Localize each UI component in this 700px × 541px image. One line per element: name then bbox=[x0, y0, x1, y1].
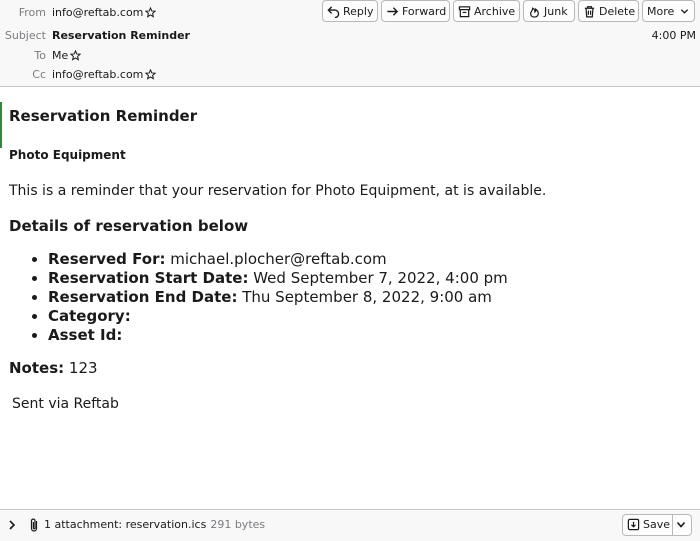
cc-row: Cc info@reftab.com bbox=[0, 66, 300, 84]
notes: Notes: 123 bbox=[9, 359, 98, 377]
archive-icon bbox=[458, 6, 471, 18]
to-value[interactable]: Me bbox=[52, 47, 82, 65]
details-list: Reserved For: michael.plocher@reftab.com… bbox=[9, 250, 508, 345]
attachment-summary[interactable]: 1 attachment: reservation.ics 291 bytes bbox=[44, 518, 265, 531]
forward-icon bbox=[387, 7, 399, 16]
notes-value: 123 bbox=[68, 359, 98, 377]
attachment-bar: 1 attachment: reservation.ics 291 bytes S… bbox=[0, 509, 700, 541]
subject-row: Subject Reservation Reminder bbox=[0, 27, 300, 45]
more-label: More bbox=[647, 5, 675, 18]
detail-label: Reserved For: bbox=[48, 250, 166, 268]
reply-icon bbox=[327, 6, 340, 18]
star-icon[interactable] bbox=[145, 7, 157, 18]
notes-label: Notes: bbox=[9, 359, 65, 377]
reply-button[interactable]: Reply bbox=[322, 0, 378, 22]
to-label: To bbox=[34, 49, 46, 62]
junk-button[interactable]: Junk bbox=[523, 0, 575, 22]
from-label: From bbox=[18, 6, 46, 19]
list-item: Reserved For: michael.plocher@reftab.com bbox=[48, 250, 508, 269]
detail-value: michael.plocher@reftab.com bbox=[170, 250, 387, 268]
detail-label: Reservation End Date: bbox=[48, 288, 238, 306]
detail-label: Reservation Start Date: bbox=[48, 269, 249, 287]
more-button[interactable]: More bbox=[642, 0, 695, 22]
to-row: To Me bbox=[0, 47, 300, 65]
trash-icon bbox=[584, 6, 595, 18]
save-label: Save bbox=[643, 518, 671, 531]
cc-label: Cc bbox=[32, 68, 46, 81]
list-item: Asset Id: bbox=[48, 326, 508, 345]
detail-label: Asset Id: bbox=[48, 326, 123, 344]
message-time: 4:00 PM bbox=[651, 29, 696, 42]
save-icon bbox=[627, 518, 640, 531]
list-item: Reservation Start Date: Wed September 7,… bbox=[48, 269, 508, 288]
chevron-right-icon[interactable] bbox=[7, 518, 17, 532]
list-item: Category: bbox=[48, 307, 508, 326]
save-main[interactable]: Save bbox=[627, 515, 670, 535]
save-divider bbox=[672, 515, 673, 535]
cc-value[interactable]: info@reftab.com bbox=[52, 66, 157, 84]
quote-bar bbox=[0, 102, 2, 148]
details-heading: Details of reservation below bbox=[9, 217, 249, 235]
paperclip-icon bbox=[30, 518, 38, 532]
chevron-down-icon bbox=[680, 9, 688, 14]
attachment-text: 1 attachment: reservation.ics bbox=[44, 518, 207, 531]
forward-label: Forward bbox=[402, 5, 447, 18]
message-title: Reservation Reminder bbox=[9, 107, 198, 125]
detail-value: Wed September 7, 2022, 4:00 pm bbox=[253, 269, 508, 287]
detail-label: Category: bbox=[48, 307, 131, 325]
flame-icon bbox=[530, 7, 539, 18]
message-paragraph: This is a reminder that your reservation… bbox=[9, 183, 547, 199]
star-icon[interactable] bbox=[145, 69, 157, 80]
forward-button[interactable]: Forward bbox=[381, 0, 450, 22]
star-icon[interactable] bbox=[70, 50, 82, 61]
delete-button[interactable]: Delete bbox=[578, 0, 639, 22]
reply-label: Reply bbox=[343, 5, 374, 18]
from-row: From info@reftab.com bbox=[0, 4, 300, 22]
chevron-down-icon[interactable] bbox=[676, 521, 686, 529]
subject-label: Subject bbox=[4, 29, 46, 42]
message-subtitle: Photo Equipment bbox=[9, 148, 126, 162]
detail-value: Thu September 8, 2022, 9:00 am bbox=[242, 288, 492, 306]
from-value[interactable]: info@reftab.com bbox=[52, 4, 157, 22]
archive-label: Archive bbox=[474, 5, 516, 18]
attachment-size: 291 bytes bbox=[210, 518, 266, 531]
junk-label: Junk bbox=[544, 5, 568, 18]
save-button[interactable]: Save bbox=[622, 514, 692, 536]
signature: Sent via Reftab bbox=[12, 396, 119, 412]
message-header: From info@reftab.com Subject Reservation… bbox=[0, 0, 700, 87]
list-item: Reservation End Date: Thu September 8, 2… bbox=[48, 288, 508, 307]
archive-button[interactable]: Archive bbox=[453, 0, 520, 22]
delete-label: Delete bbox=[599, 5, 636, 18]
subject-value: Reservation Reminder bbox=[52, 29, 190, 42]
